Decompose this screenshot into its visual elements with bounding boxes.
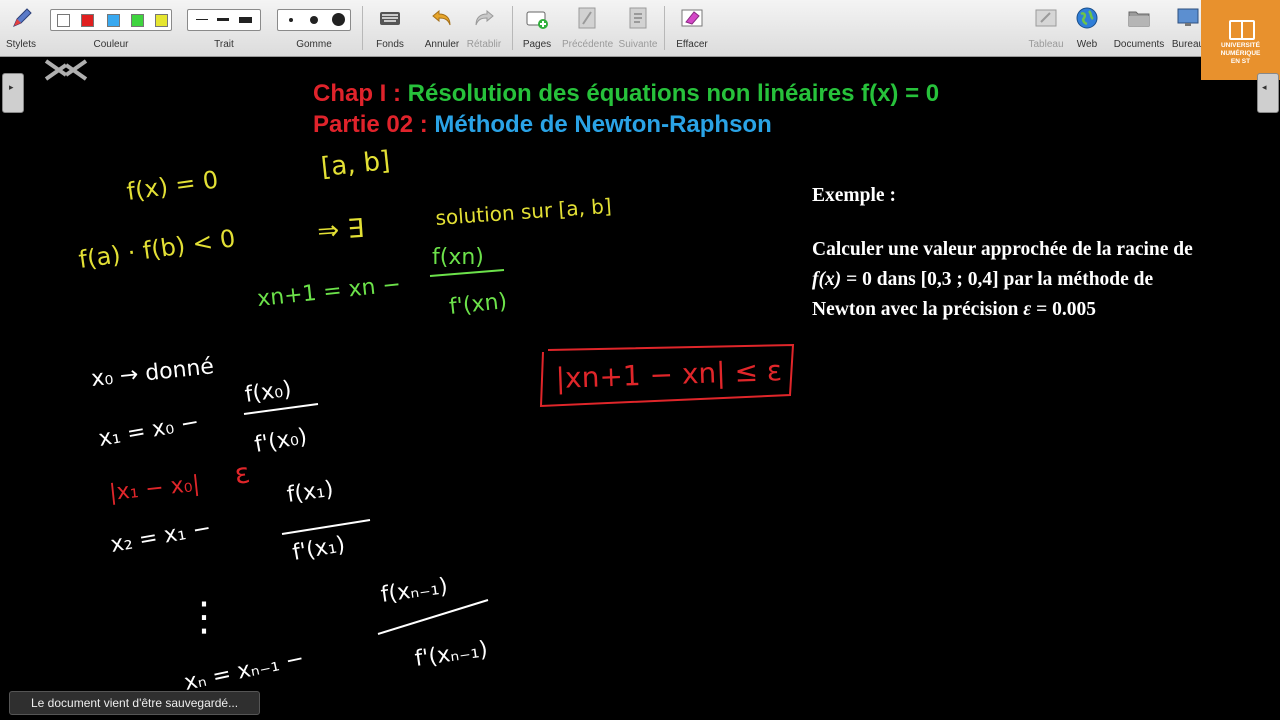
hw-condition: f(a) · f(b) < 0 [77, 224, 237, 274]
hw-x0: x₀ → donné [90, 354, 215, 392]
hw-x2-bar [281, 519, 371, 535]
hw-x1-den: f'(x₀) [253, 424, 309, 458]
hw-epsilon: ε [232, 456, 252, 491]
hw-xn-den: f'(xₙ₋₁) [413, 637, 489, 672]
hw-dots: ⋮ [184, 594, 224, 640]
hw-x2-lhs: x₂ = x₁ − [109, 516, 213, 558]
handwriting-layer: f(x) = 0 [a, b] f(a) · f(b) < 0 ⇒ ∃ solu… [77, 146, 795, 696]
hw-newton-bar [429, 269, 505, 277]
hw-x2-num: f(x₁) [285, 477, 335, 508]
hw-newton-num: f(xn) [432, 245, 484, 270]
status-toast: Le document vient d'être sauvegardé... [9, 691, 261, 715]
hw-stop-rule: |xn+1 − xn| ≤ ε [555, 354, 782, 395]
hw-exists: ⇒ ∃ [316, 214, 364, 247]
hw-solution: solution sur [a, b] [435, 194, 613, 230]
hw-x1-num: f(x₀) [243, 377, 293, 408]
hw-x1-lhs: x₁ = x₀ − [97, 410, 201, 452]
hw-newton-lhs: xn+1 = xn − [256, 272, 402, 312]
hw-abs-diff: |x₁ − x₀| [108, 472, 201, 506]
hw-x2-den: f'(x₁) [291, 532, 347, 566]
hw-newton-den: f'(xn) [448, 289, 508, 320]
hw-xn-lhs: xₙ = xₙ₋₁ − [182, 646, 306, 696]
hw-eq-fx: f(x) = 0 [125, 165, 220, 206]
hw-xn-num: f(xₙ₋₁) [379, 574, 449, 608]
hw-interval: [a, b] [320, 146, 392, 183]
